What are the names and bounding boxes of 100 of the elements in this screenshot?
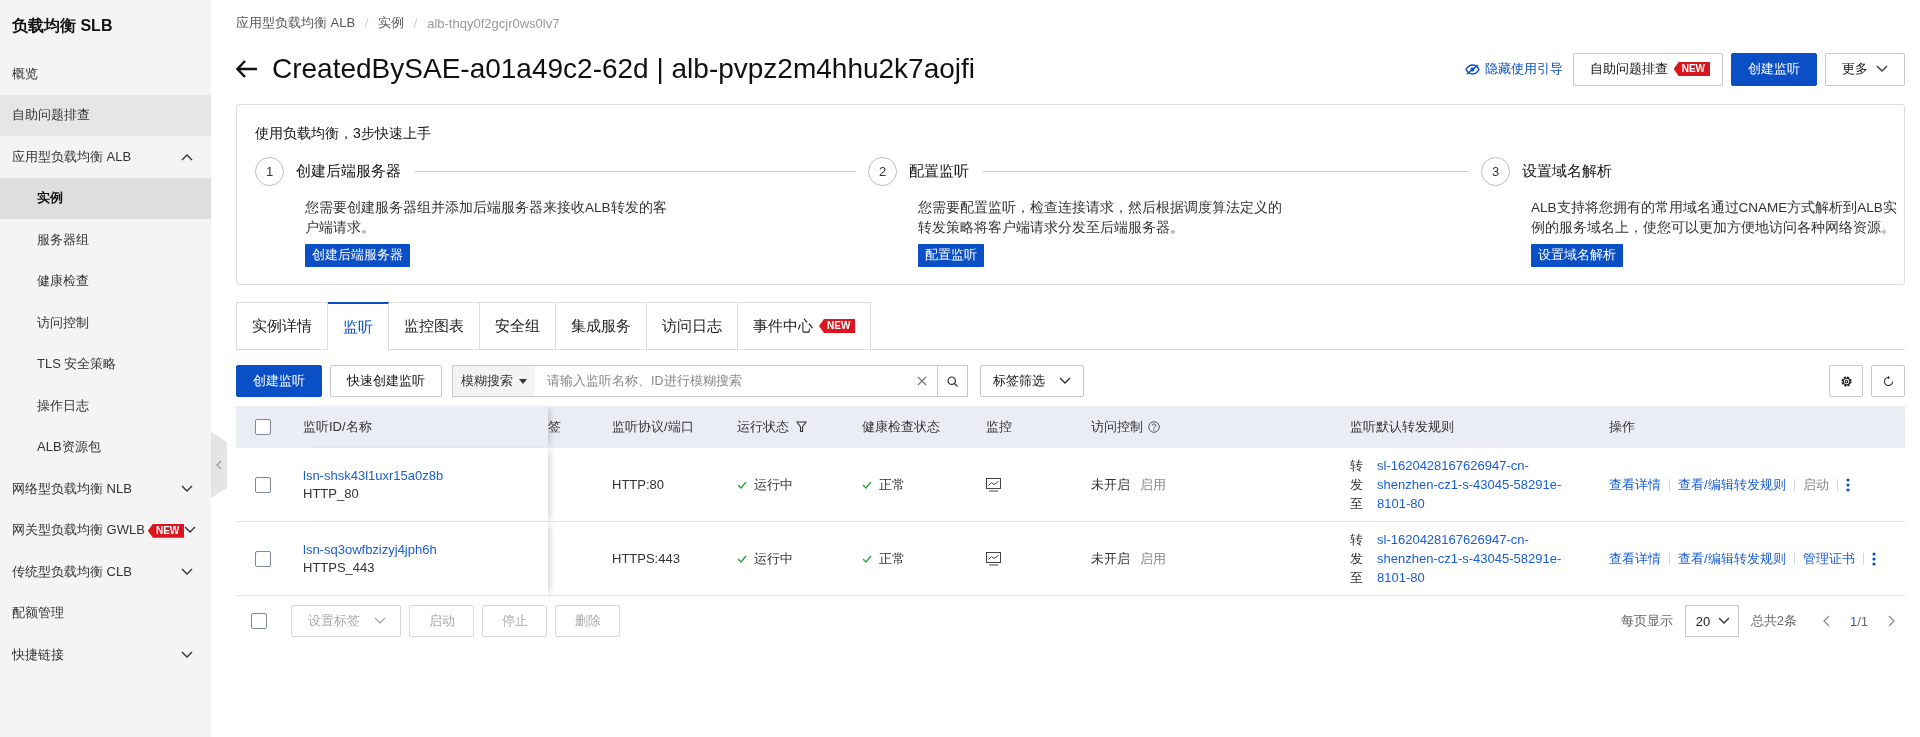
sidebar-item[interactable]: TLS 安全策略	[0, 343, 211, 385]
tab[interactable]: 监听	[328, 302, 389, 351]
quick-create-button[interactable]: 快速创建监听	[330, 365, 442, 397]
step-button[interactable]: 设置域名解析	[1531, 244, 1623, 267]
create-listener-button[interactable]: 创建监听	[236, 365, 322, 397]
tab[interactable]: 集成服务	[556, 302, 647, 350]
tab[interactable]: 安全组	[480, 302, 556, 350]
page-size-select[interactable]: 20	[1684, 605, 1739, 637]
sidebar-item[interactable]: 传统型负载均衡 CLB	[0, 551, 211, 593]
forward-to-label: 转发至	[1350, 531, 1363, 587]
column-header: 操作	[1609, 418, 1635, 436]
guide-title: 使用负载均衡，3步快速上手	[255, 125, 432, 143]
previous-page-icon[interactable]	[1822, 615, 1830, 627]
rule-link[interactable]: sl-1620428167626947-cn-shenzhen-cz1-s-43045-58291e-8101-80	[1377, 456, 1577, 513]
enable-link[interactable]: 启用	[1140, 475, 1166, 494]
step-title: 设置域名解析	[1522, 161, 1612, 181]
listener-id-link[interactable]: lsn-shsk43l1uxr15a0z8b	[303, 468, 444, 483]
column-header: 监听默认转发规则	[1350, 418, 1454, 436]
new-badge: NEW	[1673, 62, 1710, 76]
chevron-down-icon	[1717, 617, 1730, 625]
chevron-down-icon	[374, 617, 386, 625]
sidebar-item[interactable]: 配额管理	[0, 592, 211, 634]
page-size-label: 每页显示	[1620, 612, 1673, 630]
checkbox[interactable]	[251, 613, 267, 629]
refresh-button[interactable]	[1871, 365, 1905, 397]
column-header: 健康检查状态	[862, 418, 940, 436]
check-icon	[862, 554, 872, 563]
chevron-down-icon	[1059, 377, 1071, 385]
column-header: 监控	[986, 418, 1012, 436]
new-badge: NEW	[147, 523, 185, 538]
sidebar-item[interactable]: 应用型负载均衡 ALB	[0, 136, 211, 178]
table-cell: 未开启	[1091, 549, 1130, 568]
column-header: 访问控制	[1091, 418, 1143, 436]
tab[interactable]: 监控图表	[389, 302, 480, 350]
action-link[interactable]: 查看/编辑转发规则	[1678, 549, 1786, 568]
step-description: 您需要配置监听，检查连接请求，然后根据调度算法定义的转发策略将客户端请求分发至后端服务器。	[918, 199, 1283, 237]
status-text: 正常	[879, 549, 905, 568]
search-field[interactable]: 模糊搜索 请输入监听名称、ID进行模糊搜索	[452, 365, 968, 397]
filter-icon[interactable]	[796, 421, 807, 433]
back-arrow-icon[interactable]	[236, 60, 258, 78]
create-listener-button[interactable]: 创建监听	[1731, 52, 1817, 86]
breadcrumb-current: alb-thqy0f2gcjr0ws0lv7	[427, 15, 560, 31]
tag-filter-dropdown[interactable]: 标签筛选	[980, 365, 1084, 397]
sidebar-item[interactable]: 自助问题排查	[0, 94, 211, 136]
sidebar-item[interactable]: 服务器组	[0, 219, 211, 261]
action-link[interactable]: 查看详情	[1609, 475, 1661, 494]
action-link[interactable]: 管理证书	[1802, 549, 1855, 568]
sidebar-title: 负载均衡 SLB	[11, 16, 114, 36]
monitor-chart-icon[interactable]	[986, 551, 1001, 566]
sidebar-item[interactable]: 实例	[0, 177, 211, 219]
step-title: 创建后端服务器	[296, 161, 401, 181]
page-size-value: 20	[1695, 613, 1711, 629]
batch-button: 启动	[409, 605, 474, 637]
breadcrumb-link[interactable]: 应用型负载均衡 ALB	[236, 14, 356, 32]
next-page-icon[interactable]	[1888, 615, 1895, 627]
sidebar-item[interactable]: ALB资源包	[0, 426, 211, 468]
caret-down-icon	[519, 378, 527, 384]
sidebar-item[interactable]: 网络型负载均衡 NLB	[0, 468, 211, 510]
checkbox[interactable]	[255, 419, 271, 435]
monitor-chart-icon[interactable]	[986, 477, 1001, 492]
sidebar-item[interactable]: 操作日志	[0, 385, 211, 427]
clear-icon[interactable]	[917, 376, 927, 386]
settings-button[interactable]	[1829, 365, 1863, 397]
more-icon[interactable]	[1845, 477, 1850, 492]
enable-link[interactable]: 启用	[1140, 549, 1166, 568]
rule-link[interactable]: sl-1620428167626947-cn-shenzhen-cz1-s-43045-58291e-8101-80	[1377, 530, 1577, 587]
hide-guide-link[interactable]: 隐藏使用引导	[1464, 60, 1563, 78]
forward-to-label: 转发至	[1350, 457, 1363, 513]
action-link[interactable]: 查看/编辑转发规则	[1678, 475, 1786, 494]
step-description: 您需要创建服务器组并添加后端服务器来接收ALB转发的客户端请求。	[305, 199, 668, 237]
breadcrumb-link[interactable]: 实例	[378, 14, 405, 32]
troubleshoot-button[interactable]: 自助问题排查 NEW	[1572, 52, 1723, 86]
refresh-icon	[1882, 375, 1894, 387]
chevron-down-icon	[181, 484, 193, 493]
sidebar-item[interactable]: 概览	[0, 53, 211, 95]
step-button[interactable]: 创建后端服务器	[305, 244, 410, 267]
sidebar-item[interactable]: 快捷链接	[0, 634, 211, 676]
tab[interactable]: 访问日志	[647, 302, 738, 350]
checkbox[interactable]	[255, 550, 271, 567]
search-icon	[947, 375, 958, 387]
help-icon[interactable]	[1148, 421, 1160, 433]
action-link[interactable]: 查看详情	[1609, 549, 1661, 568]
new-badge: NEW	[819, 319, 856, 333]
sidebar-item[interactable]: 健康检查	[0, 260, 211, 302]
step-button[interactable]: 配置监听	[918, 244, 984, 267]
chevron-down-icon	[184, 526, 197, 535]
search-mode-dropdown[interactable]: 模糊搜索	[453, 366, 535, 396]
check-icon	[737, 480, 747, 489]
settings-icon	[1839, 374, 1853, 388]
listener-id-link[interactable]: lsn-sq3owfbzizyj4jph6h	[303, 542, 437, 557]
sidebar-item[interactable]: 访问控制	[0, 302, 211, 344]
more-dropdown[interactable]: 更多	[1825, 52, 1905, 86]
checkbox[interactable]	[255, 476, 271, 493]
tab[interactable]: 事件中心 NEW	[738, 302, 872, 350]
more-icon[interactable]	[1871, 551, 1876, 566]
sidebar-item[interactable]: 网关型负载均衡 GWLB NEW	[0, 509, 211, 551]
breadcrumb-separator-icon	[413, 17, 419, 28]
tab[interactable]: 实例详情	[236, 302, 328, 350]
status-text: 运行中	[754, 549, 793, 568]
batch-button: 停止	[482, 605, 547, 637]
